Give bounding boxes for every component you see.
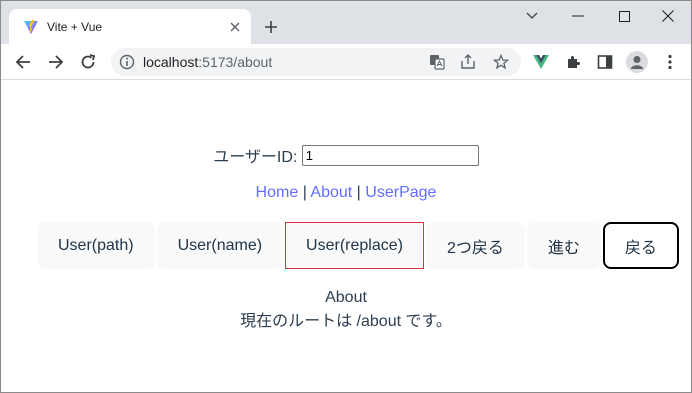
minimize-button[interactable] [555, 1, 601, 31]
user-id-label: ユーザーID: [213, 149, 298, 166]
avatar-icon [626, 51, 648, 73]
user-path-button[interactable]: User(path) [37, 222, 155, 269]
new-tab-button[interactable] [259, 15, 283, 39]
chevron-down-icon [526, 12, 538, 19]
url-text: localhost:5173/about [143, 54, 272, 70]
close-icon [662, 10, 674, 22]
share-icon[interactable] [458, 52, 478, 72]
nav-link-about[interactable]: About [310, 184, 352, 201]
plus-icon [265, 21, 277, 33]
url-path: :5173/about [198, 54, 273, 70]
reload-button[interactable] [74, 48, 102, 76]
navigation-buttons: User(path) User(name) User(replace) 2つ戻る… [37, 222, 679, 269]
profile-button[interactable] [623, 48, 651, 76]
puzzle-icon [568, 56, 580, 68]
minimize-icon [572, 15, 584, 17]
router-nav: Home | About | UserPage [1, 184, 691, 202]
more-vert-icon [668, 54, 672, 70]
window-close-button[interactable] [645, 1, 691, 31]
tab-title: Vite + Vue [47, 20, 103, 34]
forward-button[interactable]: 進む [526, 222, 601, 269]
forward-nav-button[interactable] [42, 48, 70, 76]
user-replace-button[interactable]: User(replace) [285, 222, 424, 269]
vite-logo-icon [24, 20, 38, 34]
nav-link-user-page[interactable]: UserPage [365, 184, 436, 201]
arrow-right-icon [49, 55, 64, 69]
maximize-icon [618, 10, 630, 22]
menu-button[interactable] [656, 48, 684, 76]
back-nav-button[interactable] [9, 48, 37, 76]
maximize-button[interactable] [601, 1, 647, 31]
info-icon[interactable] [119, 54, 135, 70]
browser-window: Vite + Vue localhost:5173/about ユーザーID: … [0, 0, 692, 393]
translate-icon[interactable] [427, 52, 447, 72]
nav-separator: | [302, 184, 307, 201]
side-panel-button[interactable] [591, 48, 619, 76]
side-panel-icon [597, 55, 613, 69]
reload-icon [81, 54, 96, 69]
go-back-two-button[interactable]: 2つ戻る [425, 222, 525, 269]
router-view: About 現在のルートは /about です。 [1, 286, 691, 334]
view-title: About [325, 289, 367, 306]
browser-toolbar: localhost:5173/about [1, 44, 691, 80]
vue-devtools-extension[interactable] [527, 48, 555, 76]
vue-logo-icon [533, 55, 549, 69]
back-button[interactable]: 戻る [602, 222, 679, 269]
extensions-button[interactable] [560, 48, 588, 76]
address-bar[interactable]: localhost:5173/about [111, 48, 521, 76]
user-id-row: ユーザーID: [1, 143, 691, 167]
page-content: ユーザーID: Home | About | UserPage User(pat… [1, 81, 691, 392]
browser-tab[interactable]: Vite + Vue [9, 9, 251, 44]
close-icon[interactable] [225, 17, 245, 37]
nav-separator: | [356, 184, 361, 201]
user-id-input[interactable] [301, 144, 479, 166]
nav-link-home[interactable]: Home [256, 184, 299, 201]
tab-search-button[interactable] [509, 1, 555, 31]
arrow-left-icon [15, 55, 30, 69]
user-name-button[interactable]: User(name) [156, 222, 284, 269]
star-icon[interactable] [491, 52, 511, 72]
current-route-text: 現在のルートは /about です。 [240, 313, 452, 330]
url-host: localhost [143, 54, 199, 70]
tab-strip: Vite + Vue [1, 1, 691, 44]
